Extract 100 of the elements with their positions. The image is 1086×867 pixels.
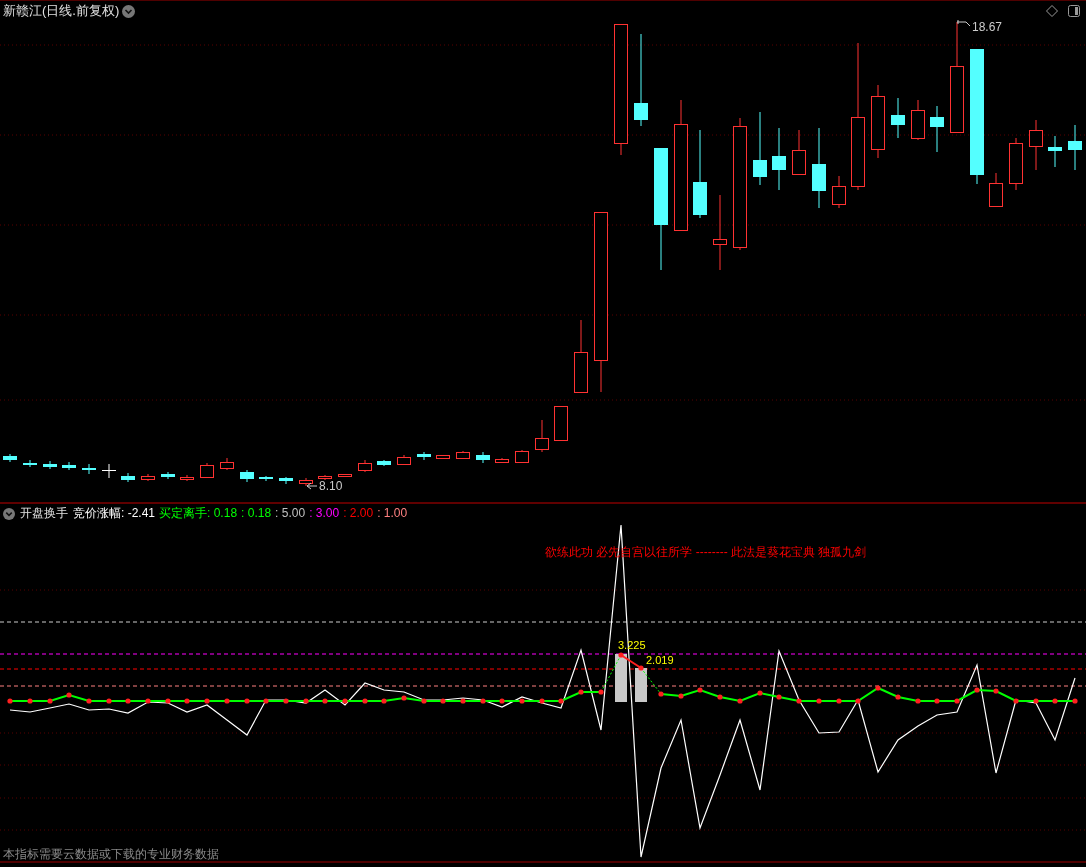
candlestick	[200, 462, 214, 479]
data-point	[381, 698, 387, 704]
data-point	[875, 685, 881, 691]
legend-value: : 2.00	[343, 506, 374, 521]
data-point	[322, 698, 328, 704]
data-point	[283, 698, 289, 704]
candlestick	[515, 449, 529, 464]
data-point	[165, 698, 171, 704]
legend-value: : 3.00	[309, 506, 340, 521]
candlestick	[417, 451, 431, 461]
data-point	[895, 694, 901, 700]
candlestick	[456, 450, 470, 460]
data-point	[1072, 698, 1078, 704]
high-price-label: 18.67	[972, 20, 1003, 34]
data-point	[757, 690, 763, 696]
footer-note: 本指标需要云数据或下载的专业财务数据	[3, 847, 219, 862]
data-point	[796, 698, 802, 704]
candlestick	[102, 463, 116, 479]
candlestick	[161, 471, 175, 480]
data-point	[303, 698, 309, 704]
data-point	[27, 698, 33, 704]
data-point	[204, 698, 210, 704]
data-point	[7, 698, 13, 704]
peak-segment	[620, 654, 642, 669]
data-point	[1033, 698, 1039, 704]
data-point	[86, 698, 92, 704]
candlestick	[259, 475, 273, 482]
data-point	[47, 698, 53, 704]
diamond-icon[interactable]	[1046, 5, 1058, 17]
data-point	[145, 698, 151, 704]
leader-line	[956, 19, 971, 27]
candlestick	[23, 459, 37, 468]
candlestick	[358, 459, 372, 473]
data-point	[519, 698, 525, 704]
chevron-down-icon[interactable]	[3, 507, 15, 520]
leader-line	[306, 482, 318, 490]
candlestick	[476, 451, 490, 464]
data-point	[776, 694, 782, 700]
data-point	[263, 698, 269, 704]
data-point	[638, 665, 644, 671]
candlestick	[3, 453, 17, 463]
candlestick	[495, 457, 509, 463]
bar-value-label: 2.019	[646, 654, 674, 667]
candlestick	[1048, 135, 1062, 168]
data-point	[125, 698, 131, 704]
chart-title: 新赣江(日线.前复权)	[3, 3, 120, 19]
data-point	[974, 687, 980, 693]
data-point	[184, 698, 190, 704]
candlestick	[535, 419, 549, 453]
data-point	[737, 698, 743, 704]
data-point	[993, 688, 999, 694]
data-point	[106, 698, 112, 704]
data-point	[598, 689, 604, 695]
data-point	[342, 698, 348, 704]
data-point	[578, 689, 584, 695]
candlestick	[299, 477, 313, 487]
data-point	[440, 698, 446, 704]
data-point	[855, 698, 861, 704]
data-point	[618, 652, 624, 658]
indicator-bar	[635, 668, 647, 702]
data-point	[499, 698, 505, 704]
data-point	[934, 698, 940, 704]
data-point	[460, 698, 466, 704]
legend-value: : 0.18	[241, 506, 272, 521]
candlestick	[989, 172, 1003, 207]
panel-toggle-icon[interactable]	[1068, 5, 1080, 17]
candlestick	[1068, 124, 1082, 171]
candlestick	[911, 99, 925, 141]
candlestick	[220, 457, 234, 471]
candlestick	[377, 459, 391, 467]
candlestick	[436, 454, 450, 459]
candlestick	[121, 472, 135, 483]
data-point	[480, 698, 486, 704]
candlestick	[82, 463, 96, 475]
candlestick	[1009, 137, 1023, 191]
data-point	[244, 698, 250, 704]
data-point	[1013, 698, 1019, 704]
data-point	[954, 698, 960, 704]
candlestick	[279, 476, 293, 485]
data-point	[421, 698, 427, 704]
indicator-bar	[615, 654, 627, 702]
candlestick	[772, 127, 786, 191]
data-point	[697, 687, 703, 693]
candlestick	[62, 461, 76, 471]
data-point	[224, 698, 230, 704]
candlestick	[832, 175, 846, 209]
legend-value: : 5.00	[275, 506, 306, 521]
data-point	[658, 691, 664, 697]
chevron-down-icon[interactable]	[122, 4, 136, 18]
data-point	[1052, 698, 1058, 704]
data-point	[915, 698, 921, 704]
legend-value: : 1.00	[377, 506, 408, 521]
candlestick	[792, 129, 806, 175]
data-point	[836, 698, 842, 704]
candlestick	[397, 454, 411, 466]
candlestick	[891, 97, 905, 139]
data-point	[678, 693, 684, 699]
low-price-label: 8.10	[319, 479, 343, 493]
candlestick	[930, 105, 944, 153]
data-point	[558, 698, 564, 704]
